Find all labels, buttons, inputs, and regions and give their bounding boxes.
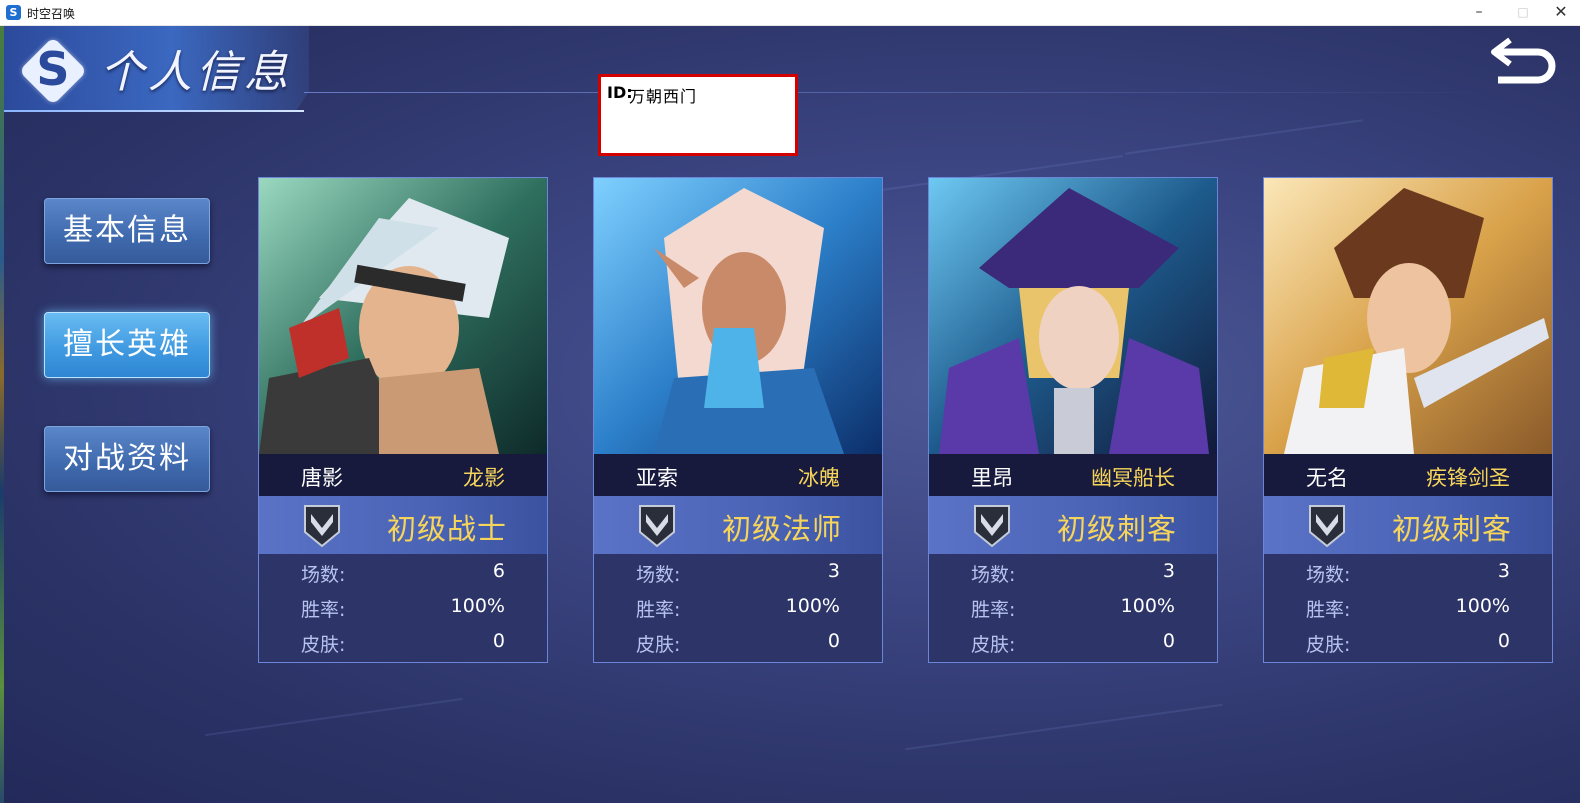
stat-label-games: 场数: [301, 564, 346, 586]
stat-label-winrate: 胜率: [636, 599, 681, 621]
background-streak [905, 703, 1223, 751]
hero-title: 幽冥船长 [1091, 466, 1175, 490]
stat-value-winrate: 100% [1455, 595, 1510, 617]
stat-row-winrate: 胜率: 100% [594, 589, 882, 623]
stat-label-games: 场数: [971, 564, 1016, 586]
stat-row-games: 场数: 3 [1264, 554, 1552, 588]
stat-row-winrate: 胜率: 100% [259, 589, 547, 623]
hero-card[interactable]: 里昂 幽冥船长 初级刺客 场数: 3 胜率: 100% 皮肤: 0 [928, 177, 1218, 663]
stat-label-winrate: 胜率: [971, 599, 1016, 621]
hero-title: 疾锋剑圣 [1426, 466, 1510, 490]
rank-bar: 初级刺客 [929, 496, 1217, 554]
stat-row-winrate: 胜率: 100% [929, 589, 1217, 623]
stat-label-games: 场数: [636, 564, 681, 586]
window-title: 时空召唤 [27, 7, 76, 21]
hero-portrait [1264, 178, 1552, 454]
app-icon: S [6, 5, 21, 20]
rank-text: 初级刺客 [1057, 512, 1178, 546]
hero-stats: 场数: 3 胜率: 100% 皮肤: 0 [594, 554, 882, 662]
hero-stats: 场数: 3 胜率: 100% 皮肤: 0 [929, 554, 1217, 662]
hero-stats: 场数: 6 胜率: 100% 皮肤: 0 [259, 554, 547, 662]
rank-badge-icon [304, 505, 340, 548]
nav-basic-info-button[interactable]: 基本信息 [44, 198, 210, 264]
game-screen: S 个人信息 ID: 万朝西门 基本信息 擅长英雄 对战资料 唐影 龙影 初级战… [4, 26, 1580, 803]
hero-name-bar: 无名 疾锋剑圣 [1264, 454, 1552, 496]
player-id-box: ID: 万朝西门 [598, 74, 798, 156]
stat-label-winrate: 胜率: [1306, 599, 1351, 621]
stat-value-games: 3 [827, 560, 840, 582]
rank-bar: 初级刺客 [1264, 496, 1552, 554]
close-button[interactable]: ✕ [1546, 2, 1576, 22]
header-divider [4, 110, 304, 112]
hero-portrait [259, 178, 547, 454]
stat-value-winrate: 100% [785, 595, 840, 617]
hero-name: 无名 [1306, 466, 1348, 490]
hero-title: 龙影 [463, 466, 505, 490]
header-divider-extension [304, 92, 1504, 93]
hero-card[interactable]: 无名 疾锋剑圣 初级刺客 场数: 3 胜率: 100% 皮肤: 0 [1263, 177, 1553, 663]
stat-label-winrate: 胜率: [301, 599, 346, 621]
minimize-button[interactable]: – [1464, 2, 1494, 22]
maximize-button[interactable]: □ [1508, 2, 1538, 22]
rank-bar: 初级战士 [259, 496, 547, 554]
stat-row-skins: 皮肤: 0 [259, 624, 547, 658]
rank-badge-icon [974, 505, 1010, 548]
stat-row-games: 场数: 3 [594, 554, 882, 588]
hero-name: 亚索 [636, 466, 678, 490]
hero-name-bar: 亚索 冰魄 [594, 454, 882, 496]
nav-battle-records-button[interactable]: 对战资料 [44, 426, 210, 492]
window-title-bar: S 时空召唤 – □ ✕ [0, 0, 1580, 26]
stat-label-skins: 皮肤: [1306, 634, 1351, 656]
rank-text: 初级法师 [722, 512, 843, 546]
stat-label-games: 场数: [1306, 564, 1351, 586]
stat-row-games: 场数: 3 [929, 554, 1217, 588]
background-streak [205, 697, 463, 737]
stat-row-skins: 皮肤: 0 [594, 624, 882, 658]
hero-portrait [929, 178, 1217, 454]
stat-value-skins: 0 [1162, 630, 1175, 652]
stat-value-skins: 0 [827, 630, 840, 652]
hero-name-bar: 唐影 龙影 [259, 454, 547, 496]
hero-title: 冰魄 [798, 466, 840, 490]
nav-favorite-heroes-button[interactable]: 擅长英雄 [44, 312, 210, 378]
stat-value-games: 3 [1497, 560, 1510, 582]
rank-bar: 初级法师 [594, 496, 882, 554]
stat-value-winrate: 100% [1120, 595, 1175, 617]
rank-badge-icon [639, 505, 675, 548]
rank-text: 初级刺客 [1392, 512, 1513, 546]
stat-row-games: 场数: 6 [259, 554, 547, 588]
hero-stats: 场数: 3 胜率: 100% 皮肤: 0 [1264, 554, 1552, 662]
logo-letter: S [36, 42, 70, 96]
hero-card[interactable]: 唐影 龙影 初级战士 场数: 6 胜率: 100% 皮肤: 0 [258, 177, 548, 663]
stat-value-games: 6 [492, 560, 505, 582]
stat-value-winrate: 100% [450, 595, 505, 617]
hero-card[interactable]: 亚索 冰魄 初级法师 场数: 3 胜率: 100% 皮肤: 0 [593, 177, 883, 663]
stat-value-skins: 0 [1497, 630, 1510, 652]
stat-row-winrate: 胜率: 100% [1264, 589, 1552, 623]
background-streak [1125, 119, 1363, 155]
id-value: 万朝西门 [629, 87, 698, 106]
hero-name-bar: 里昂 幽冥船长 [929, 454, 1217, 496]
hero-name: 里昂 [971, 466, 1013, 490]
stat-label-skins: 皮肤: [971, 634, 1016, 656]
hero-portrait [594, 178, 882, 454]
stat-row-skins: 皮肤: 0 [929, 624, 1217, 658]
page-title: 个人信息 [100, 47, 292, 98]
back-arrow-icon[interactable] [1490, 34, 1562, 88]
hero-name: 唐影 [301, 466, 343, 490]
stat-label-skins: 皮肤: [636, 634, 681, 656]
stat-row-skins: 皮肤: 0 [1264, 624, 1552, 658]
stat-value-games: 3 [1162, 560, 1175, 582]
rank-text: 初级战士 [387, 512, 508, 546]
stat-value-skins: 0 [492, 630, 505, 652]
stat-label-skins: 皮肤: [301, 634, 346, 656]
rank-badge-icon [1309, 505, 1345, 548]
